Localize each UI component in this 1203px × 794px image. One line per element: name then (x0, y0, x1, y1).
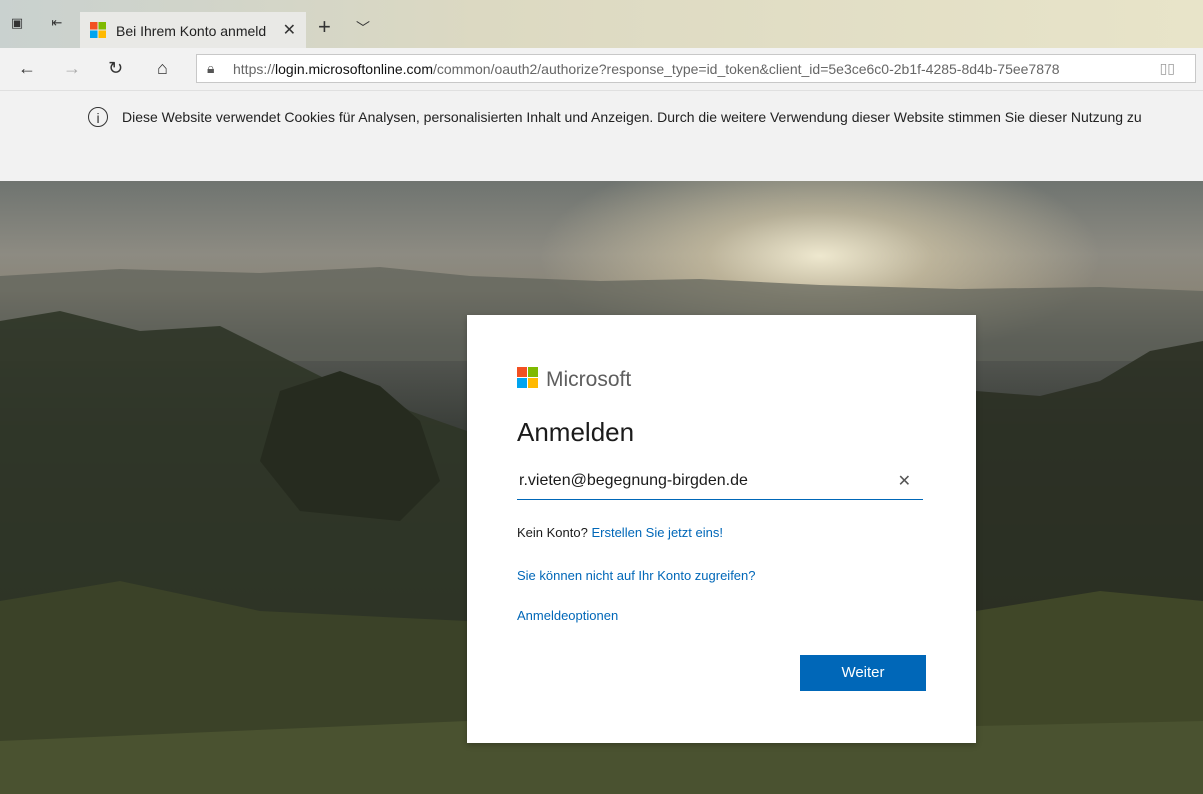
cookie-message: Diese Website verwendet Cookies für Anal… (122, 109, 1142, 125)
browser-tab[interactable]: Bei Ihrem Konto anmeldc ✕ (80, 12, 306, 48)
tab-actions-icon[interactable]: ▣ (10, 16, 24, 30)
email-field[interactable]: r.vieten@begegnung-birgden.de ✕ (517, 467, 923, 500)
address-bar[interactable]: 🔒︎ https://login.microsoftonline.com/com… (196, 54, 1196, 83)
back-icon[interactable]: ← (18, 58, 36, 78)
create-account-link[interactable]: Erstellen Sie jetzt eins! (591, 525, 723, 540)
navigation-bar: ← → ↻ ⌂ 🔒︎ https://login.microsoftonline… (0, 48, 1203, 91)
reading-view-icon[interactable]: ▯▯ (1160, 60, 1175, 77)
cookie-banner: i Diese Website verwendet Cookies für An… (0, 91, 1203, 181)
forward-icon[interactable]: → (63, 58, 81, 78)
set-aside-tabs-icon[interactable]: ⇤ (50, 16, 64, 30)
cant-access-account-link[interactable]: Sie können nicht auf Ihr Konto zugreifen… (517, 568, 756, 583)
no-account-text: Kein Konto? (517, 525, 588, 540)
microsoft-logo-icon (517, 367, 538, 388)
home-icon[interactable]: ⌂ (157, 58, 168, 78)
signin-options-link[interactable]: Anmeldeoptionen (517, 608, 618, 623)
tab-title: Bei Ihrem Konto anmeldc (116, 23, 266, 39)
new-tab-icon[interactable]: + (318, 14, 331, 40)
signin-card: Microsoft Anmelden r.vieten@begegnung-bi… (467, 315, 976, 743)
browser-tab-bar: ▣ ⇤ Bei Ihrem Konto anmeldc ✕ + ﹀ (0, 0, 1203, 48)
brand-name: Microsoft (546, 368, 632, 391)
page-title: Anmelden (517, 417, 635, 447)
refresh-icon[interactable]: ↻ (108, 58, 123, 78)
next-button[interactable]: Weiter (800, 655, 926, 691)
lock-icon: 🔒︎ (207, 60, 215, 76)
email-value[interactable]: r.vieten@begegnung-birgden.de (519, 472, 748, 490)
chevron-down-icon[interactable]: ﹀ (356, 18, 370, 38)
no-account-row: Kein Konto? Erstellen Sie jetzt eins! (517, 525, 723, 540)
url-text[interactable]: https://login.microsoftonline.com/common… (233, 61, 1133, 77)
microsoft-favicon-icon (90, 22, 106, 38)
close-tab-icon[interactable]: ✕ (283, 20, 296, 40)
clear-icon[interactable]: ✕ (898, 471, 911, 491)
info-icon: i (88, 107, 108, 127)
